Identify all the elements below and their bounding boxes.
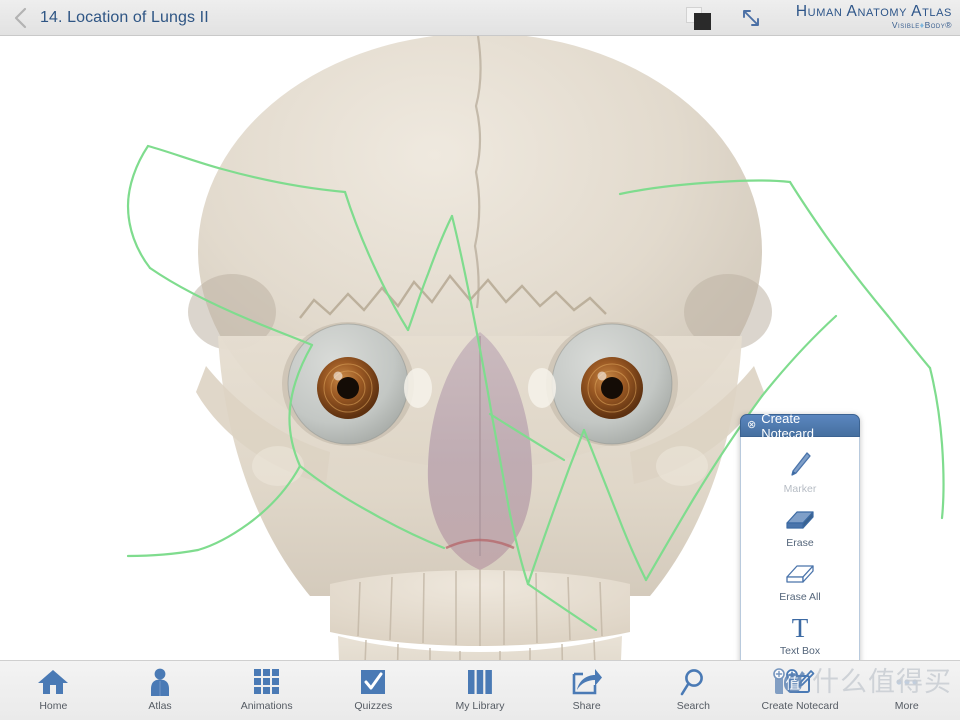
background-color-toggle-icon[interactable] bbox=[685, 5, 716, 31]
notecard-panel-header[interactable]: ⊗ Create Notecard bbox=[740, 411, 860, 441]
text-box-icon: T bbox=[787, 610, 813, 644]
close-circle-icon[interactable]: ⊗ bbox=[747, 420, 756, 431]
checkbox-check-icon bbox=[359, 667, 387, 697]
grid-squares-icon bbox=[253, 667, 281, 697]
toolbar-item-quizzes-label: Quizzes bbox=[354, 700, 393, 712]
toolbar-item-home-label: Home bbox=[39, 700, 68, 712]
toolbar-item-share[interactable]: Share bbox=[533, 661, 640, 720]
tool-marker[interactable]: Marker bbox=[741, 445, 859, 499]
tool-erase-all[interactable]: Erase All bbox=[741, 553, 859, 607]
toolbar-item-home[interactable]: Home bbox=[0, 661, 107, 720]
toolbar-item-my-library[interactable]: My Library bbox=[427, 661, 534, 720]
toolbar-item-atlas[interactable]: Atlas bbox=[107, 661, 214, 720]
right-cheek-highlight bbox=[656, 446, 708, 486]
tool-erase-label: Erase bbox=[786, 537, 814, 549]
toolbar-item-more-label: More bbox=[894, 700, 919, 712]
more-icon bbox=[893, 667, 921, 697]
tool-erase-all-label: Erase All bbox=[779, 591, 821, 603]
eraser-icon bbox=[783, 502, 817, 536]
left-cheek-highlight bbox=[252, 446, 304, 486]
bottom-toolbar: Home Atlas Animations Quizzes My Library… bbox=[0, 660, 960, 720]
home-icon bbox=[37, 667, 69, 697]
toolbar-item-quizzes[interactable]: Quizzes bbox=[320, 661, 427, 720]
brand-sub-visible: Visible bbox=[891, 20, 920, 30]
toolbar-item-share-label: Share bbox=[572, 700, 601, 712]
model-viewport[interactable]: ⊗ Create Notecard Marker Erase Erase All… bbox=[0, 36, 960, 660]
fullscreen-expand-icon[interactable] bbox=[738, 5, 764, 31]
lesson-title: 14. Location of Lungs II bbox=[40, 8, 209, 26]
tool-marker-label: Marker bbox=[783, 483, 817, 495]
toolbar-item-atlas-label: Atlas bbox=[148, 700, 172, 712]
toolbar-item-my-library-label: My Library bbox=[455, 700, 505, 712]
svg-text:T: T bbox=[792, 613, 809, 642]
back-button[interactable] bbox=[0, 0, 40, 36]
magnifier-icon bbox=[679, 667, 707, 697]
notecard-plus-icon bbox=[785, 667, 815, 697]
right-medial-orbit-highlight bbox=[528, 368, 556, 408]
app-root: 14. Location of Lungs II Human Anatomy A… bbox=[0, 0, 960, 720]
app-brand-logo: Human Anatomy Atlas Visible♦Body® bbox=[786, 4, 952, 31]
top-header-bar: 14. Location of Lungs II Human Anatomy A… bbox=[0, 0, 960, 36]
share-arrow-icon bbox=[571, 667, 603, 697]
right-eyeball bbox=[551, 323, 673, 445]
left-medial-orbit-highlight bbox=[404, 368, 432, 408]
toolbar-item-search[interactable]: Search bbox=[640, 661, 747, 720]
toolbar-item-animations-label: Animations bbox=[240, 700, 293, 712]
toolbar-item-search-label: Search bbox=[676, 700, 710, 712]
toolbar-item-create-notecard-label: Create Notecard bbox=[761, 700, 839, 712]
diagonal-arrows-icon bbox=[742, 9, 759, 26]
toolbar-item-more[interactable]: More bbox=[853, 661, 960, 720]
notecard-tool-list: Marker Erase Erase All T Text Box bbox=[740, 437, 860, 660]
tool-text-box[interactable]: T Text Box bbox=[741, 607, 859, 660]
toolbar-item-create-notecard[interactable]: Create Notecard bbox=[747, 661, 854, 720]
black-background-swatch[interactable] bbox=[693, 12, 711, 30]
erase-all-icon bbox=[783, 556, 817, 590]
header-right-controls: Human Anatomy Atlas Visible♦Body® bbox=[685, 0, 960, 36]
marker-pen-icon bbox=[787, 448, 813, 482]
brand-title: Human Anatomy Atlas bbox=[795, 3, 952, 20]
notecard-panel-title: Create Notecard bbox=[761, 410, 814, 441]
create-notecard-panel[interactable]: ⊗ Create Notecard Marker Erase Erase All… bbox=[740, 411, 860, 660]
brand-trademark: ® bbox=[945, 20, 952, 30]
left-eyeball bbox=[287, 323, 409, 445]
brand-subtitle: Visible♦Body® bbox=[796, 20, 952, 31]
brand-sub-body: Body bbox=[924, 20, 946, 30]
library-bars-icon bbox=[466, 667, 494, 697]
person-icon bbox=[146, 667, 174, 697]
toolbar-item-animations[interactable]: Animations bbox=[213, 661, 320, 720]
chevron-left-icon bbox=[14, 7, 27, 28]
tool-erase[interactable]: Erase bbox=[741, 499, 859, 553]
tool-text-box-label: Text Box bbox=[779, 645, 821, 657]
